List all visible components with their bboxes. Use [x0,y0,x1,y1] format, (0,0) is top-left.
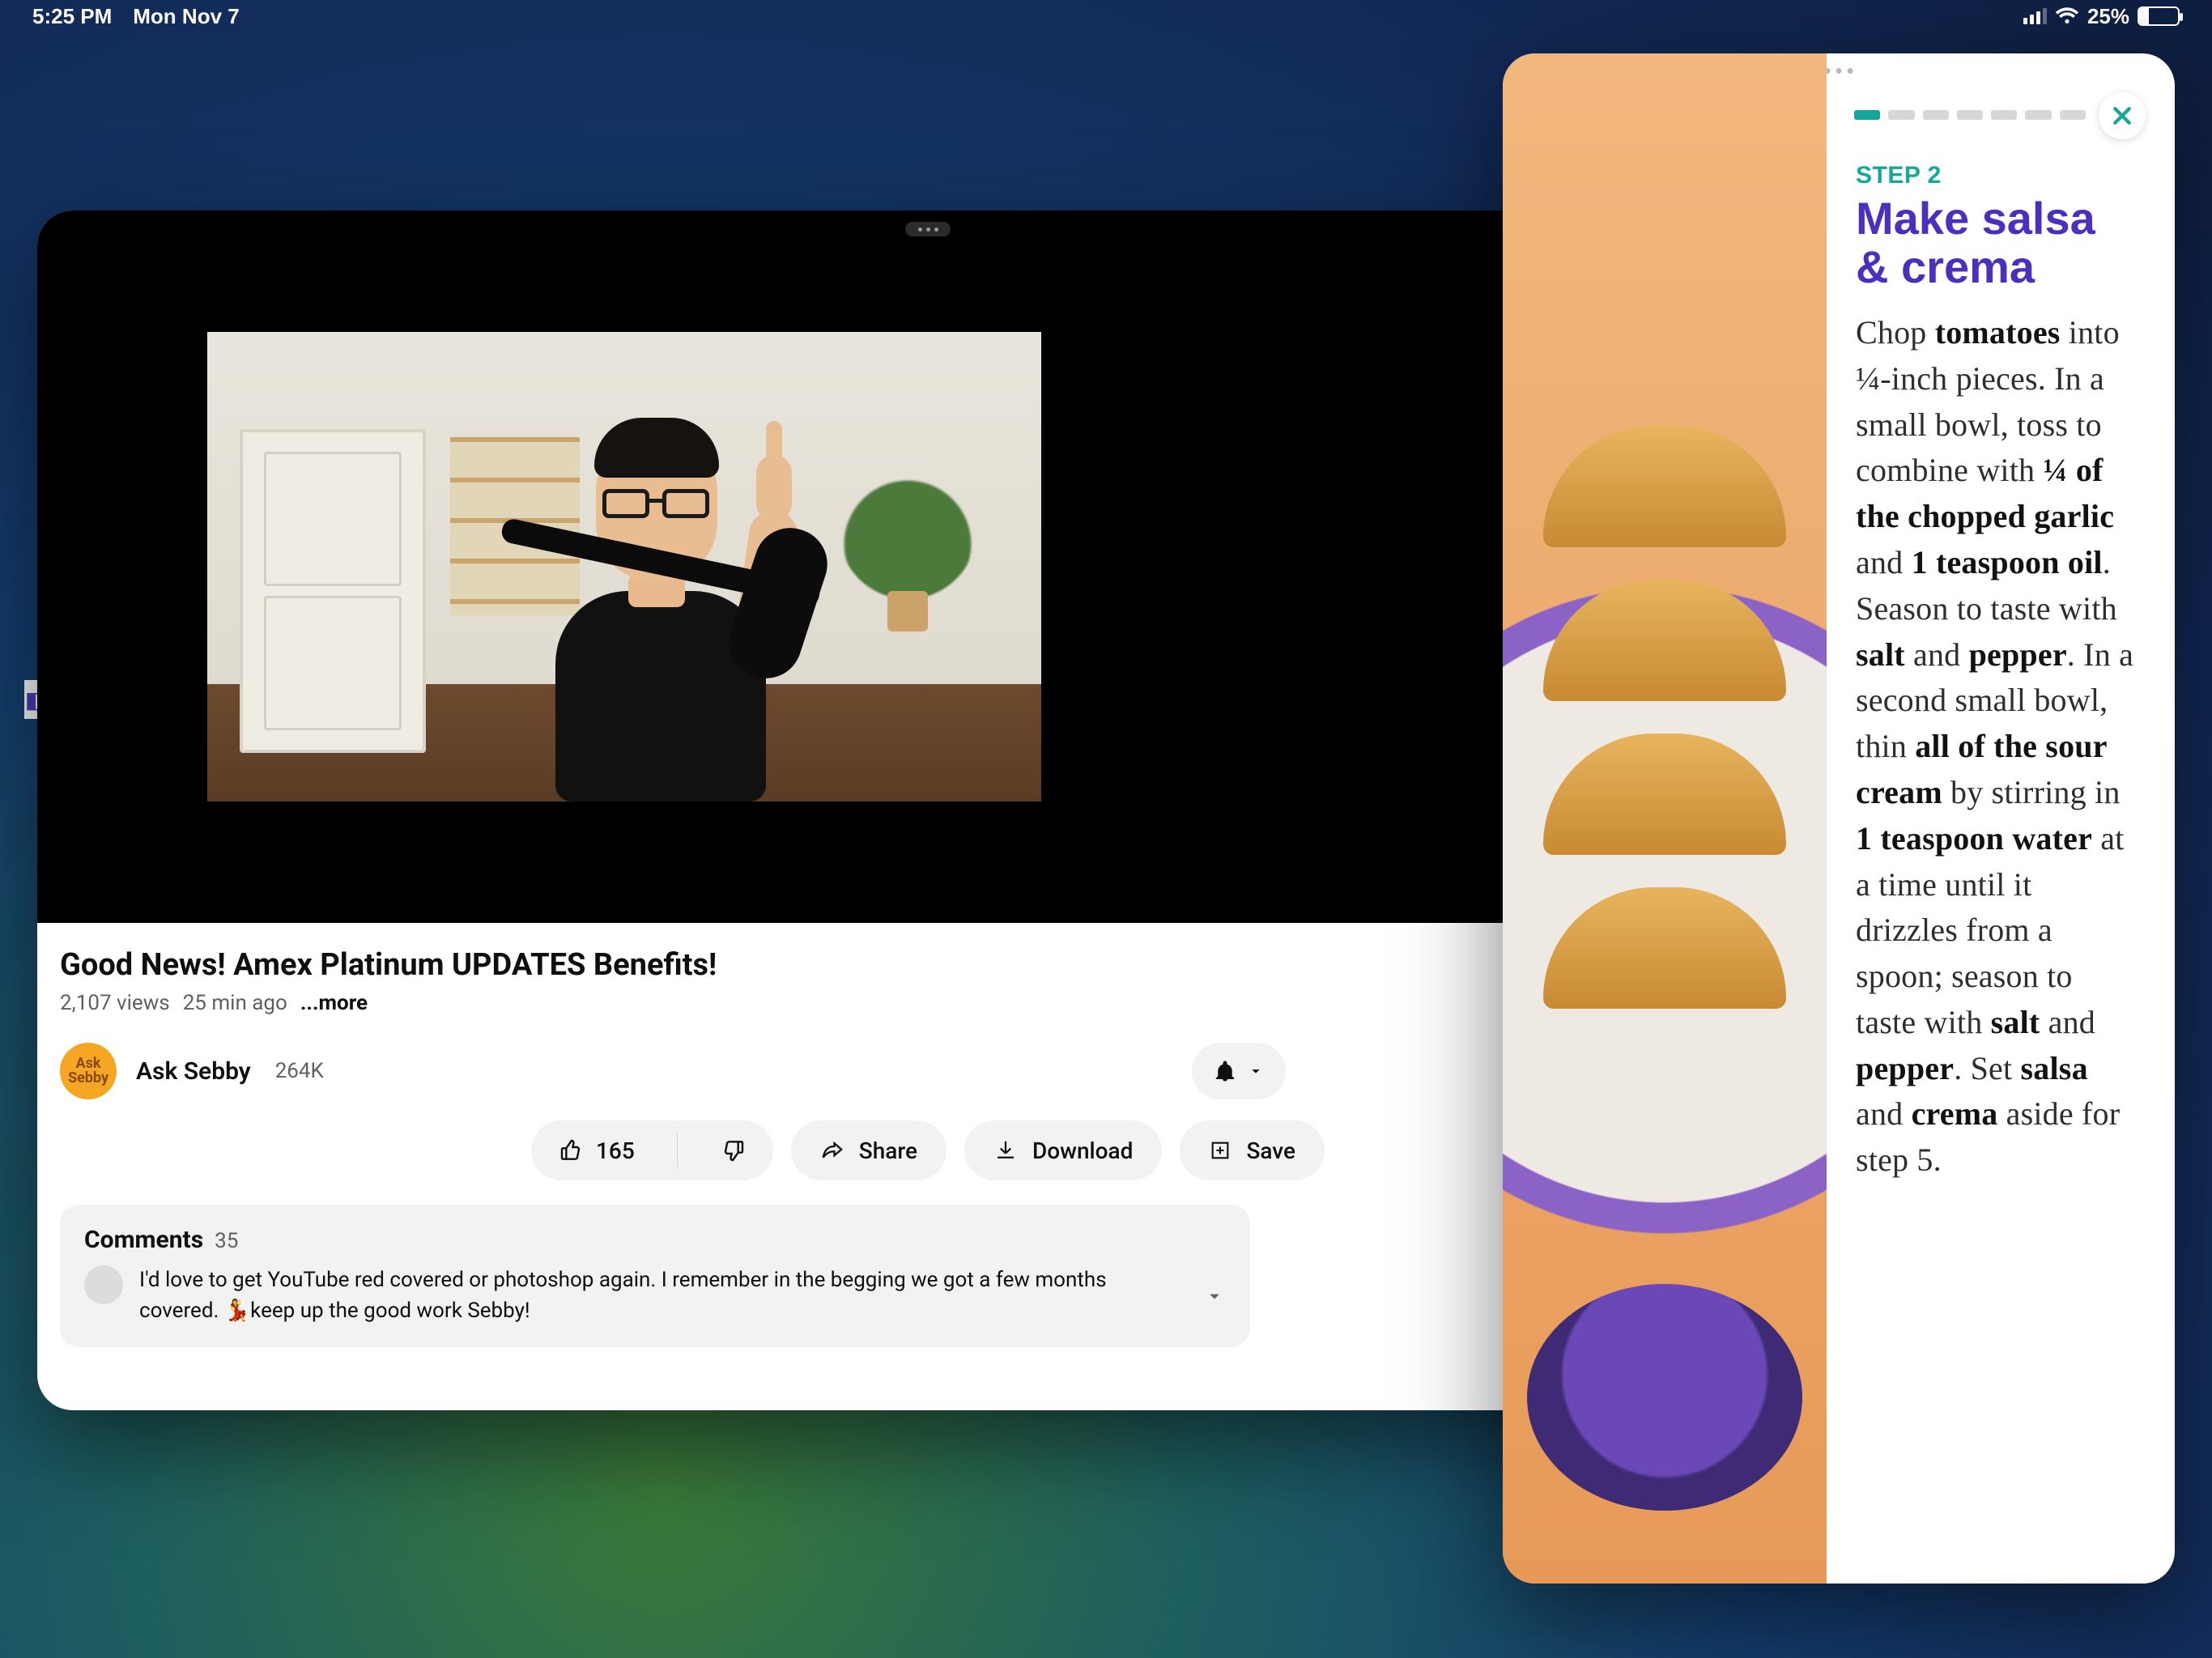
download-icon [993,1138,1018,1163]
like-button[interactable]: 165 [531,1120,662,1180]
save-icon [1209,1139,1231,1162]
bell-icon [1213,1059,1237,1083]
recipe-slideover: STEP 2 Make salsa & crema Chop tomatoes … [1503,53,2175,1584]
comments-label: Comments [84,1226,203,1254]
chevron-down-icon [1247,1062,1265,1080]
step-progress-bar [1854,110,2086,120]
view-count: 2,107 views [60,991,170,1015]
comments-card[interactable]: Comments 35 I'd love to get YouTube red … [60,1205,1250,1347]
like-dislike-chip: 165 [531,1120,773,1180]
step-body: Chop tomatoes into ¼-inch pieces. In a s… [1856,310,2136,1184]
battery-percent: 25% [2087,4,2129,29]
save-button[interactable]: Save [1180,1120,1325,1180]
status-bar: 5:25 PM Mon Nov 7 25% [0,0,2212,32]
step-title: Make salsa & crema [1856,194,2136,292]
commenter-avatar [84,1265,123,1304]
channel-name[interactable]: Ask Sebby [136,1057,251,1086]
like-count: 165 [596,1137,635,1164]
video-frame [207,332,1041,801]
thumbs-down-icon [720,1137,746,1163]
status-time: 5:25 PM [32,4,112,29]
dislike-button[interactable] [692,1120,773,1180]
save-label: Save [1246,1137,1295,1164]
share-label: Share [859,1137,917,1164]
comments-count: 35 [215,1229,238,1253]
download-label: Download [1032,1137,1133,1164]
recipe-photo [1503,53,1827,1584]
cell-signal-icon [2023,8,2047,24]
chevron-down-icon[interactable] [1203,1285,1226,1307]
subscriber-count: 264K [275,1059,324,1083]
share-button[interactable]: Share [791,1120,946,1180]
wifi-icon [2055,7,2079,25]
featured-comment-text: I'd love to get YouTube red covered or p… [139,1265,1159,1326]
window-handle-icon[interactable] [905,222,951,236]
download-button[interactable]: Download [964,1120,1162,1180]
thumbs-up-icon [559,1137,585,1163]
upload-age: 25 min ago [183,991,287,1015]
step-label: STEP 2 [1856,162,2136,189]
description-more-button[interactable]: ...more [300,991,368,1015]
notifications-button[interactable] [1192,1043,1286,1099]
close-icon [2110,104,2134,128]
close-button[interactable] [2099,92,2146,139]
battery-icon [2138,6,2180,26]
channel-avatar[interactable]: Ask Sebby [60,1043,117,1099]
share-icon [820,1138,844,1163]
status-date: Mon Nov 7 [133,4,239,29]
